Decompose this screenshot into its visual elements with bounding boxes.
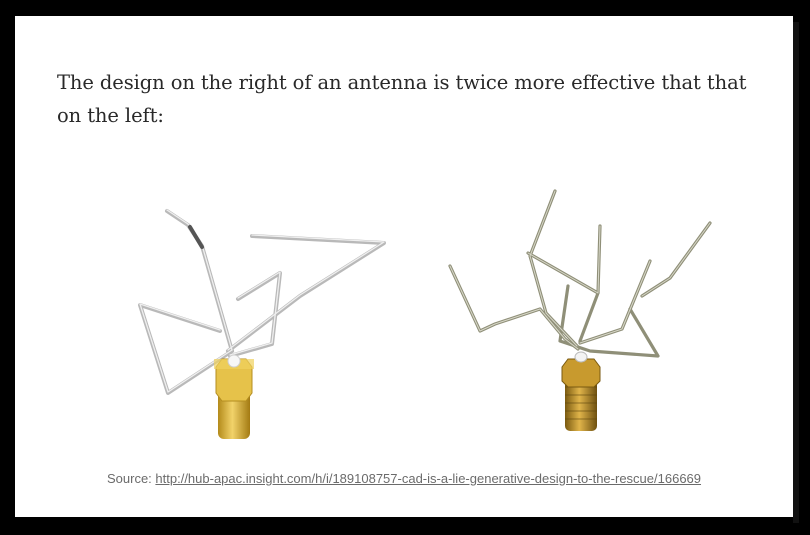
antenna-comparison-image <box>138 189 712 439</box>
article-page: The design on the right of an antenna is… <box>15 16 793 517</box>
left-connector <box>214 354 254 439</box>
caption-prefix: Source: <box>106 471 156 486</box>
source-link[interactable]: http://hub-apac.insight.com/h/i/18910875… <box>155 471 701 486</box>
page-shadow <box>793 22 799 523</box>
left-antenna <box>138 209 386 395</box>
article-paragraph: The design on the right of an antenna is… <box>57 70 747 127</box>
image-caption: Source: http://hub-apac.insight.com/h/i/… <box>15 471 793 486</box>
right-connector <box>561 351 601 431</box>
screenshot-frame: The design on the right of an antenna is… <box>0 0 810 535</box>
antenna-figure <box>110 181 720 451</box>
right-antenna <box>448 189 712 358</box>
